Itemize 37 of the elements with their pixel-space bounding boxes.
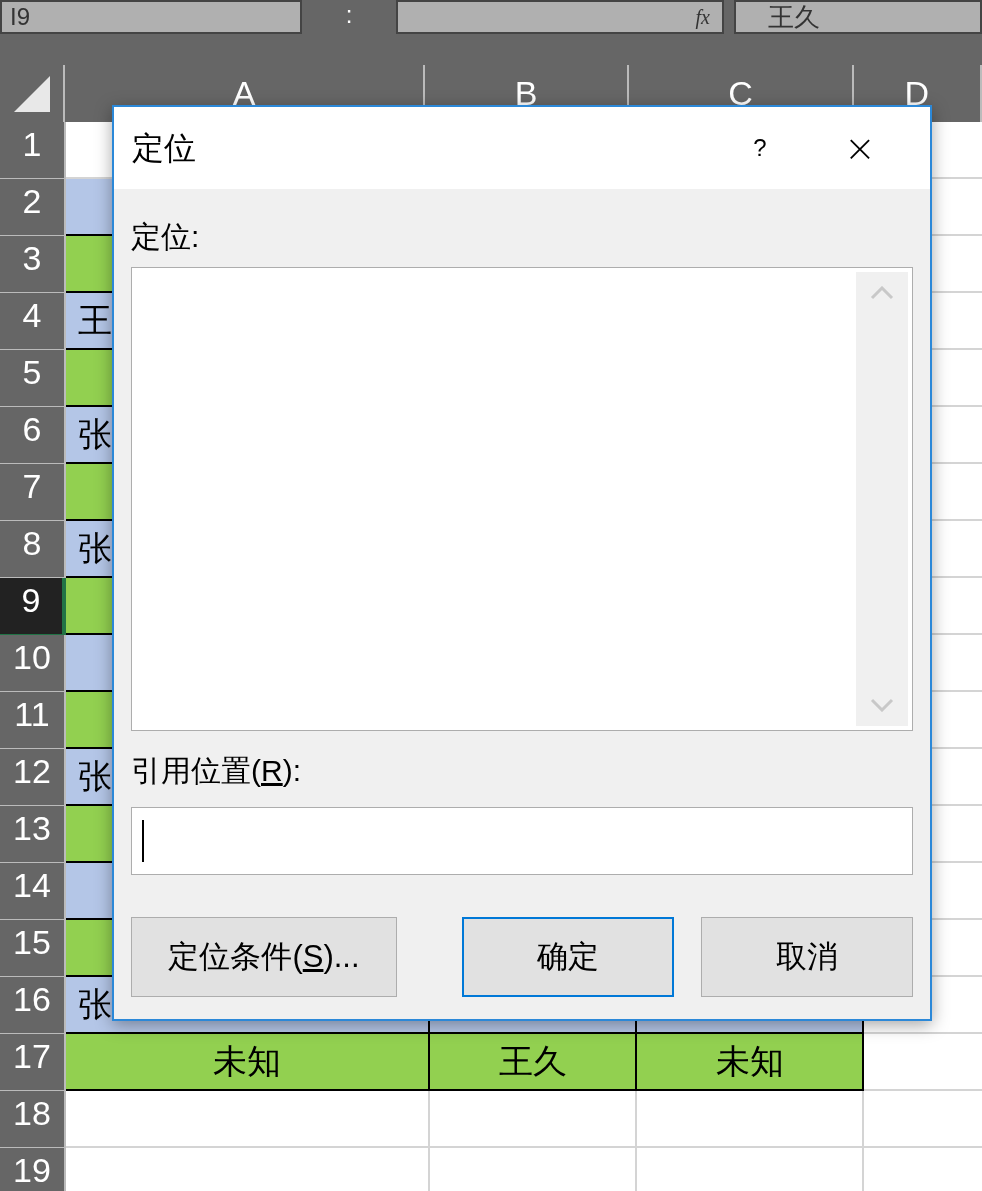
dialog-button[interactable]: 确定: [461, 917, 674, 997]
scrollbar[interactable]: [856, 272, 908, 726]
row-header[interactable]: 4: [0, 293, 66, 350]
text-cursor: [142, 820, 144, 862]
row-header[interactable]: 2: [0, 179, 66, 236]
scroll-down-icon[interactable]: [870, 698, 894, 712]
row-header[interactable]: 13: [0, 806, 66, 863]
table-cell: 未知: [637, 1034, 864, 1091]
reference-label: 引用位置(R):: [131, 753, 302, 789]
row-header[interactable]: 18: [0, 1091, 66, 1148]
row-header[interactable]: 5: [0, 350, 66, 407]
dialog-button[interactable]: 定位条件(S)...: [131, 917, 397, 997]
table-cell: 未知: [66, 1034, 430, 1091]
row-header[interactable]: 6: [0, 407, 66, 464]
row-header[interactable]: 10: [0, 635, 66, 692]
row-header[interactable]: 3: [0, 236, 66, 293]
row-header[interactable]: 14: [0, 863, 66, 920]
reference-list[interactable]: [131, 267, 913, 731]
table-cell: 王久: [430, 1034, 637, 1091]
row-header[interactable]: 1: [0, 122, 66, 179]
row-header[interactable]: 15: [0, 920, 66, 977]
row-header[interactable]: 11: [0, 692, 66, 749]
row-header[interactable]: 7: [0, 464, 66, 521]
name-box[interactable]: I9: [0, 0, 302, 34]
name-box-separator: :: [344, 0, 354, 30]
row-header[interactable]: 17: [0, 1034, 66, 1091]
dialog-title: 定位: [132, 129, 196, 168]
reference-field[interactable]: [131, 807, 913, 875]
row-header[interactable]: 12: [0, 749, 66, 806]
scroll-up-icon[interactable]: [870, 286, 894, 300]
function-button[interactable]: fx: [695, 2, 710, 32]
row-header[interactable]: 16: [0, 977, 66, 1034]
row-header[interactable]: 9: [0, 578, 66, 635]
row-header[interactable]: 8: [0, 521, 66, 578]
formula-field[interactable]: 王久: [734, 0, 982, 34]
list-label: 定位:: [131, 219, 201, 255]
dialog-button[interactable]: 取消: [701, 917, 913, 997]
